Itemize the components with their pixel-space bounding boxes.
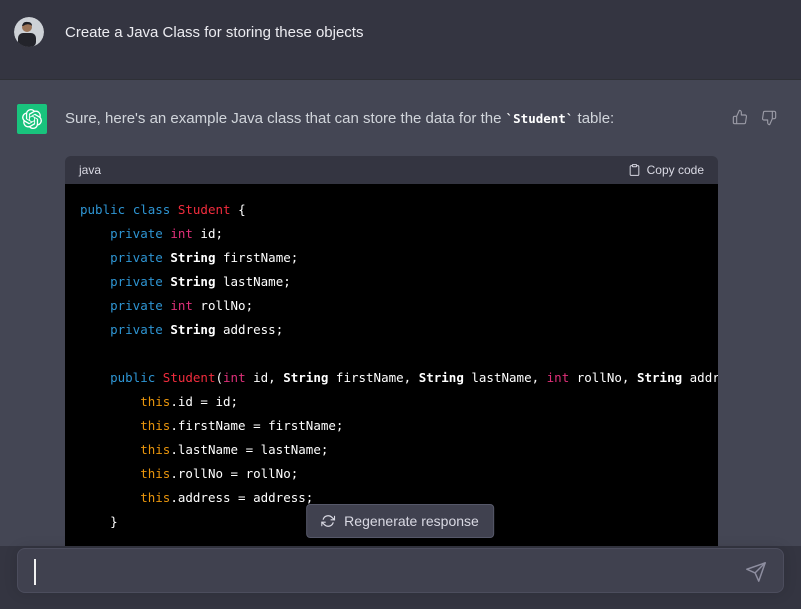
code-line: public class Student { xyxy=(80,198,703,222)
code-line: private String lastName; xyxy=(80,270,703,294)
user-avatar xyxy=(14,17,44,47)
inline-code-student: `Student` xyxy=(506,111,574,126)
code-line: private String firstName; xyxy=(80,246,703,270)
message-input[interactable] xyxy=(34,557,735,584)
intro-text-after: table: xyxy=(573,110,614,127)
regenerate-label: Regenerate response xyxy=(344,513,479,529)
thumbs-up-button[interactable] xyxy=(732,107,748,126)
assistant-intro-text: Sure, here's an example Java class that … xyxy=(65,110,614,127)
send-icon xyxy=(745,561,767,583)
code-language-label: java xyxy=(79,163,101,177)
assistant-avatar xyxy=(17,104,47,134)
code-content[interactable]: public class Student { private int id; p… xyxy=(65,184,718,546)
code-line: this.lastName = lastName; xyxy=(80,438,703,462)
user-message-text: Create a Java Class for storing these ob… xyxy=(65,24,363,41)
thumbs-up-icon xyxy=(732,109,748,125)
feedback-buttons xyxy=(732,107,777,126)
code-line: private String address; xyxy=(80,318,703,342)
code-block: java Copy code public class Student { pr… xyxy=(65,156,718,546)
code-line: this.rollNo = rollNo; xyxy=(80,462,703,486)
code-line: private int rollNo; xyxy=(80,294,703,318)
code-line: private int id; xyxy=(80,222,703,246)
intro-text-before: Sure, here's an example Java class that … xyxy=(65,110,506,127)
code-line: public Student(int id, String firstName,… xyxy=(80,366,703,390)
composer-area xyxy=(0,546,801,609)
code-line: this.id = id; xyxy=(80,390,703,414)
copy-code-button[interactable]: Copy code xyxy=(628,163,704,177)
assistant-message-row: Sure, here's an example Java class that … xyxy=(0,79,801,546)
openai-logo-icon xyxy=(22,109,42,129)
message-input-box[interactable] xyxy=(17,548,784,593)
thumbs-down-button[interactable] xyxy=(761,110,777,126)
thumbs-down-icon xyxy=(761,110,777,126)
code-line xyxy=(80,342,703,366)
code-line: this.firstName = firstName; xyxy=(80,414,703,438)
chat-app: Create a Java Class for storing these ob… xyxy=(0,0,801,609)
user-message-row: Create a Java Class for storing these ob… xyxy=(0,0,801,79)
user-photo-icon xyxy=(14,17,44,47)
copy-code-label: Copy code xyxy=(647,163,704,177)
code-block-header: java Copy code xyxy=(65,156,718,184)
regenerate-icon xyxy=(321,514,335,528)
regenerate-response-button[interactable]: Regenerate response xyxy=(306,504,494,538)
clipboard-icon xyxy=(628,163,641,177)
send-button[interactable] xyxy=(745,559,771,585)
